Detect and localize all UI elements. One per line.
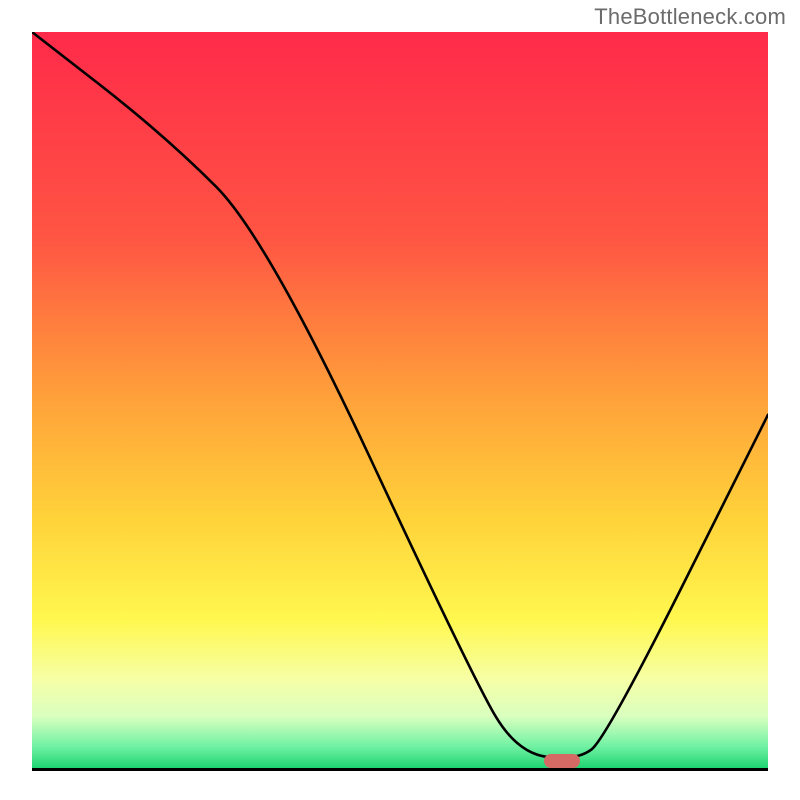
plot-area — [32, 32, 768, 768]
x-axis — [32, 768, 768, 771]
bottleneck-chart: TheBottleneck.com — [0, 0, 800, 800]
optimal-point-marker — [544, 754, 580, 768]
watermark-text: TheBottleneck.com — [594, 4, 786, 30]
bottleneck-curve — [32, 32, 768, 768]
